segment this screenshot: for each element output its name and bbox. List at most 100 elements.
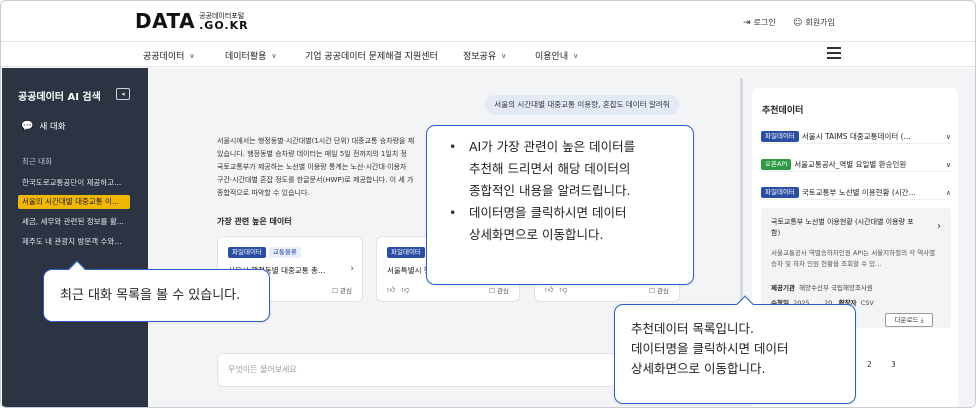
page-3-button[interactable]: 3: [891, 360, 896, 369]
bookmark-button[interactable]: ☐ 관심: [332, 285, 352, 295]
new-chat-label: 새 대화: [39, 122, 66, 132]
history-item-active[interactable]: 서울의 시간대별 대중교통 이...: [18, 195, 130, 209]
related-data-title: 가장 관련 높은 데이터: [217, 217, 292, 226]
login-label: 로그인: [753, 18, 776, 27]
main-nav: 공공데이터 ∨ 데이터활용 ∨ 기업 공공데이터 문제해결 지원센터 정보공유 ∨ 이…: [1, 41, 975, 67]
category-tag: 교통물류: [268, 247, 301, 258]
thumbs-up-icon[interactable]: 👍︎: [387, 285, 395, 295]
user-icon: ☺: [793, 17, 803, 28]
chevron-up-icon[interactable]: ∧: [946, 189, 951, 197]
card-tags: 파일데이터: [387, 247, 428, 258]
callout-bullet: 데이터명을 클릭하시면 데이터상세화면으로 이동합니다.: [447, 202, 635, 246]
page-2-button[interactable]: 2: [867, 360, 872, 369]
chevron-right-icon[interactable]: ›: [937, 221, 941, 232]
card-feedback: 👍︎ 👎︎: [387, 285, 416, 295]
signup-label: 회원가입: [805, 18, 835, 27]
site-logo[interactable]: DATA 공공데이터포털 .GO.KR: [135, 11, 249, 31]
collapse-sidebar-icon[interactable]: ◂: [116, 88, 130, 100]
chevron-right-icon[interactable]: ›: [350, 264, 354, 274]
provider-value: 해양수산부 국립해양조사원: [799, 284, 873, 292]
detail-provider: 제공기관 해양수산부 국립해양조사원: [771, 282, 873, 292]
menu-icon[interactable]: [827, 47, 841, 59]
user-message: 서울의 시간대별 대중교통 이용량, 혼잡도 데이터 알려줘: [485, 95, 679, 115]
chat-bubble-icon: 💬: [21, 120, 34, 132]
chat-sidebar: 공공데이터 AI 검색 ◂ 💬 새 대화 최근 대화 한국도로교통공단이 제공하…: [2, 68, 148, 407]
chevron-down-icon: ∨: [189, 51, 195, 60]
signup-link[interactable]: ☺ 회원가입: [793, 17, 835, 28]
callout-recommend: 추천데이터 목록입니다. 데이터명을 클릭하시면 데이터 상세화면으로 이동합니…: [614, 295, 856, 404]
nav-public-data[interactable]: 공공데이터 ∨: [143, 49, 195, 63]
recent-chats-label: 최근 대화: [22, 157, 52, 166]
callout-line: 상세화면으로 이동합니다.: [469, 227, 604, 242]
logo-side: 공공데이터포털 .GO.KR: [199, 11, 249, 31]
callout-line: AI가 가장 관련이 높은 데이터를: [469, 139, 636, 154]
download-icon: ⤓: [920, 316, 924, 324]
bookmark-button[interactable]: ☐ 관심: [489, 285, 509, 295]
detail-description: 서울교통공사 역별승하차인원 API는 서울지하철의 각 역사별 승차 및 하차…: [771, 249, 936, 268]
app-frame: DATA 공공데이터포털 .GO.KR ⇥ 로그인 ☺ 회원가입 공공데이터 ∨ …: [0, 0, 976, 408]
callout-text: 최근 대화 목록을 볼 수 있습니다.: [60, 288, 241, 303]
recommend-item-expanded[interactable]: 파일데이터 국토교통부 노선별 이용현황 (시간... ∧: [761, 186, 951, 200]
scrollbar[interactable]: [740, 78, 743, 318]
recommend-item-title[interactable]: 서울시 TAIMS 대중교통데이터 (...: [802, 131, 942, 142]
nav-label: 정보공유: [463, 52, 497, 62]
file-data-tag: 파일데이터: [387, 247, 425, 258]
bookmark-button[interactable]: ☐ 관심: [649, 285, 669, 295]
nav-data-usage[interactable]: 데이터활용 ∨: [225, 49, 277, 63]
chevron-down-icon: ∨: [501, 51, 507, 60]
nav-label: 공공데이터: [143, 52, 185, 62]
history-item[interactable]: 한국도로교통공단이 제공하고...: [18, 176, 130, 190]
thumbs-down-icon[interactable]: 👎︎: [559, 285, 567, 295]
top-bar: DATA 공공데이터포털 .GO.KR ⇥ 로그인 ☺ 회원가입: [1, 1, 975, 41]
download-button[interactable]: 다운로드 ⤓: [885, 313, 933, 327]
callout-bullet: AI가 가장 관련이 높은 데이터를추천해 드리면서 해당 데이터의종합적인 내…: [447, 136, 635, 202]
recommend-item-title[interactable]: 국토교통부 노선별 이용현황 (시간...: [802, 187, 942, 198]
callout-line: 추천해 드리면서 해당 데이터의: [469, 161, 631, 176]
open-api-tag: 오픈API: [761, 159, 792, 170]
chevron-down-icon[interactable]: ∨: [946, 133, 951, 141]
sidebar-title: 공공데이터 AI 검색: [18, 92, 101, 103]
file-data-tag: 파일데이터: [761, 131, 799, 142]
extension-value: CSV: [860, 299, 874, 307]
card-tags: 파일데이터 교통물류: [228, 247, 304, 258]
callout-line: 데이터명을 클릭하시면 데이터: [469, 205, 627, 220]
new-chat-button[interactable]: 💬 새 대화: [21, 120, 66, 133]
history-item[interactable]: 세금, 세무와 관련된 정보를 활...: [18, 215, 130, 229]
download-label: 다운로드: [894, 316, 919, 324]
recommend-item[interactable]: 파일데이터 서울시 TAIMS 대중교통데이터 (... ∨: [761, 130, 951, 144]
callout-line: 데이터명을 클릭하시면 데이터: [631, 341, 789, 356]
thumbs-down-icon[interactable]: 👎︎: [401, 285, 409, 295]
nav-guide[interactable]: 이용안내 ∨: [535, 49, 579, 63]
recommend-item-title[interactable]: 서울교통공사_역별 요일별 환승인원: [794, 159, 942, 170]
bookmark-label: 관심: [657, 287, 669, 295]
thumbs-up-icon[interactable]: 👍︎: [545, 285, 553, 295]
logo-text: DATA: [135, 9, 196, 33]
callout-line: 종합적인 내용을 알려드립니다.: [469, 183, 631, 198]
callout-line: 상세화면으로 이동합니다.: [631, 361, 766, 376]
nav-label: 데이터활용: [225, 52, 267, 62]
chevron-down-icon: ∨: [271, 51, 277, 60]
recommend-item[interactable]: 오픈API 서울교통공사_역별 요일별 환승인원 ∨: [761, 158, 951, 172]
detail-title[interactable]: 국토교통부 노선별 이용현황 (시간대별 이용량 포함): [771, 217, 921, 239]
nav-label: 기업 공공데이터 문제해결 지원센터: [305, 52, 438, 62]
history-item[interactable]: 제주도 내 관광지 방문객 수와...: [18, 235, 130, 249]
nav-info-share[interactable]: 정보공유 ∨: [463, 49, 507, 63]
bookmark-label: 관심: [340, 287, 352, 295]
provider-label: 제공기관: [771, 284, 795, 292]
chevron-down-icon: ∨: [573, 51, 579, 60]
nav-support-center[interactable]: 기업 공공데이터 문제해결 지원센터: [305, 49, 438, 62]
callout-line: 추천데이터 목록입니다.: [631, 321, 754, 336]
callout-text: 추천데이터 목록입니다. 데이터명을 클릭하시면 데이터 상세화면으로 이동합니…: [631, 319, 788, 379]
callout-recent-chats: 최근 대화 목록을 볼 수 있습니다.: [43, 260, 270, 322]
card-feedback: 👍︎ 👎︎: [545, 285, 574, 295]
bookmark-label: 관심: [497, 287, 509, 295]
callout-ai-answer: AI가 가장 관련이 높은 데이터를추천해 드리면서 해당 데이터의종합적인 내…: [426, 125, 694, 285]
callout-bullets: AI가 가장 관련이 높은 데이터를추천해 드리면서 해당 데이터의종합적인 내…: [447, 136, 635, 246]
file-data-tag: 파일데이터: [228, 247, 266, 258]
file-data-tag: 파일데이터: [761, 187, 799, 198]
logo-domain: .GO.KR: [199, 19, 249, 32]
nav-label: 이용안내: [535, 52, 569, 62]
chevron-down-icon[interactable]: ∨: [946, 161, 951, 169]
login-link[interactable]: ⇥ 로그인: [743, 17, 776, 28]
login-icon: ⇥: [743, 17, 751, 28]
